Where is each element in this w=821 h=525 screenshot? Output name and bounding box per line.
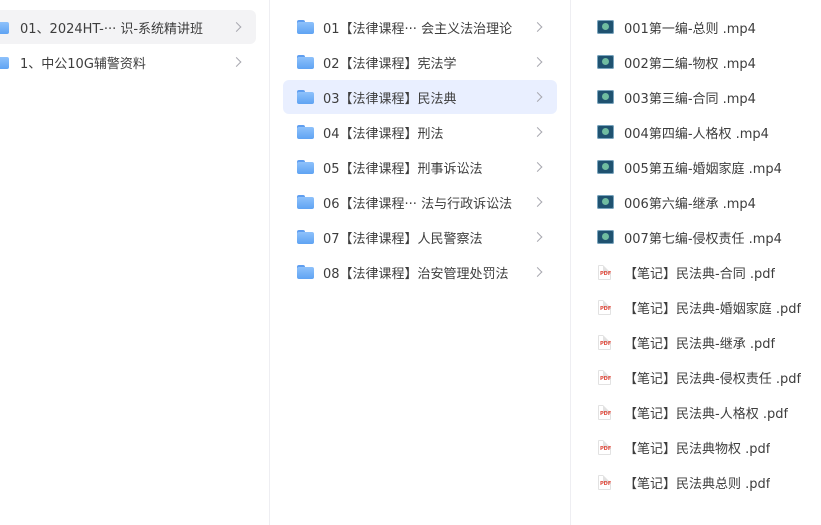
video-file-icon <box>597 55 614 69</box>
file-item-video[interactable]: 006第六编-继承 .mp4 <box>589 185 819 219</box>
file-item-label: 【笔记】民法典-侵权责任 .pdf <box>624 371 802 387</box>
file-item-label: 005第五编-婚姻家庭 .mp4 <box>624 161 782 177</box>
file-item-label: 【笔记】民法典-人格权 .pdf <box>624 406 789 422</box>
pdf-file-icon: PDF <box>598 369 611 385</box>
folder-item[interactable]: 04【法律课程】刑法 <box>283 115 557 149</box>
file-item-label: 【笔记】民法典-继承 .pdf <box>624 336 776 352</box>
video-file-icon <box>597 20 614 34</box>
pdf-file-icon: PDF <box>598 299 611 315</box>
chevron-right-icon <box>532 92 543 102</box>
file-item-pdf[interactable]: PDF 【笔记】民法典物权 .pdf <box>589 430 819 464</box>
file-item-label: 001第一编-总则 .mp4 <box>624 21 756 37</box>
file-item-label: 【笔记】民法典-合同 .pdf <box>624 266 776 282</box>
folder-item[interactable]: 02【法律课程】宪法学 <box>283 45 557 79</box>
file-item-video[interactable]: 001第一编-总则 .mp4 <box>589 10 819 44</box>
file-item-pdf[interactable]: PDF 【笔记】民法典-合同 .pdf <box>589 255 819 289</box>
file-column: 001第一编-总则 .mp4 002第二编-物权 .mp4 003第三编-合同 … <box>570 0 821 525</box>
folder-icon <box>297 125 314 139</box>
file-item-video[interactable]: 007第七编-侵权责任 .mp4 <box>589 220 819 254</box>
file-item-label: 002第二编-物权 .mp4 <box>624 56 756 72</box>
file-item-pdf[interactable]: PDF 【笔记】民法典总则 .pdf <box>589 465 819 499</box>
pdf-file-icon: PDF <box>598 474 611 490</box>
chevron-right-icon <box>532 57 543 67</box>
folder-column-2: 01【法律课程··· 会主义法治理论 02【法律课程】宪法学 03【法律课程】民… <box>269 0 570 525</box>
folder-item-label: 06【法律课程··· 法与行政诉讼法 <box>323 196 513 212</box>
folder-item-label: 1、中公10G辅警资料 <box>20 56 146 72</box>
folder-item[interactable]: 01、2024HT-··· 识-系统精讲班 <box>0 10 256 44</box>
folder-item[interactable]: 01【法律课程··· 会主义法治理论 <box>283 10 557 44</box>
folder-icon <box>297 90 314 104</box>
folder-item[interactable]: 08【法律课程】治安管理处罚法 <box>283 255 557 289</box>
folder-icon <box>0 55 9 69</box>
chevron-right-icon <box>231 22 242 32</box>
file-item-video[interactable]: 003第三编-合同 .mp4 <box>589 80 819 114</box>
chevron-right-icon <box>532 22 543 32</box>
pdf-file-icon: PDF <box>598 334 611 350</box>
video-file-icon <box>597 125 614 139</box>
folder-icon <box>297 160 314 174</box>
file-item-pdf[interactable]: PDF 【笔记】民法典-侵权责任 .pdf <box>589 360 819 394</box>
chevron-right-icon <box>532 232 543 242</box>
file-item-label: 004第四编-人格权 .mp4 <box>624 126 769 142</box>
folder-item-label: 01【法律课程··· 会主义法治理论 <box>323 21 513 37</box>
folder-icon <box>297 265 314 279</box>
file-item-pdf[interactable]: PDF 【笔记】民法典-婚姻家庭 .pdf <box>589 290 819 324</box>
folder-item-label: 02【法律课程】宪法学 <box>323 56 457 72</box>
folder-item[interactable]: 05【法律课程】刑事诉讼法 <box>283 150 557 184</box>
chevron-right-icon <box>231 57 242 67</box>
pdf-file-icon: PDF <box>598 439 611 455</box>
folder-item-label: 04【法律课程】刑法 <box>323 126 444 142</box>
chevron-right-icon <box>532 162 543 172</box>
video-file-icon <box>597 160 614 174</box>
folder-item[interactable]: 07【法律课程】人民警察法 <box>283 220 557 254</box>
pdf-file-icon: PDF <box>598 264 611 280</box>
file-item-label: 【笔记】民法典物权 .pdf <box>624 441 771 457</box>
file-item-video[interactable]: 004第四编-人格权 .mp4 <box>589 115 819 149</box>
chevron-right-icon <box>532 197 543 207</box>
file-item-label: 007第七编-侵权责任 .mp4 <box>624 231 782 247</box>
folder-item-label: 07【法律课程】人民警察法 <box>323 231 483 247</box>
folder-item-label: 05【法律课程】刑事诉讼法 <box>323 161 483 177</box>
file-item-label: 006第六编-继承 .mp4 <box>624 196 756 212</box>
folder-item-label: 03【法律课程】民法典 <box>323 91 457 107</box>
folder-icon <box>297 195 314 209</box>
folder-item[interactable]: 1、中公10G辅警资料 <box>0 45 256 79</box>
file-item-label: 【笔记】民法典总则 .pdf <box>624 476 771 492</box>
video-file-icon <box>597 230 614 244</box>
chevron-right-icon <box>532 127 543 137</box>
file-item-label: 【笔记】民法典-婚姻家庭 .pdf <box>624 301 802 317</box>
pdf-file-icon: PDF <box>598 404 611 420</box>
chevron-right-icon <box>532 267 543 277</box>
folder-item-label: 01、2024HT-··· 识-系统精讲班 <box>20 21 204 37</box>
folder-item-label: 08【法律课程】治安管理处罚法 <box>323 266 509 282</box>
folder-icon <box>0 20 9 34</box>
folder-item[interactable]: 06【法律课程··· 法与行政诉讼法 <box>283 185 557 219</box>
file-item-video[interactable]: 002第二编-物权 .mp4 <box>589 45 819 79</box>
video-file-icon <box>597 195 614 209</box>
file-item-pdf[interactable]: PDF 【笔记】民法典-继承 .pdf <box>589 325 819 359</box>
file-item-label: 003第三编-合同 .mp4 <box>624 91 756 107</box>
video-file-icon <box>597 90 614 104</box>
file-item-pdf[interactable]: PDF 【笔记】民法典-人格权 .pdf <box>589 395 819 429</box>
folder-item-selected[interactable]: 03【法律课程】民法典 <box>283 80 557 114</box>
folder-column-1: 01、2024HT-··· 识-系统精讲班 1、中公10G辅警资料 <box>0 0 268 525</box>
file-item-video[interactable]: 005第五编-婚姻家庭 .mp4 <box>589 150 819 184</box>
folder-icon <box>297 230 314 244</box>
folder-icon <box>297 55 314 69</box>
folder-icon <box>297 20 314 34</box>
